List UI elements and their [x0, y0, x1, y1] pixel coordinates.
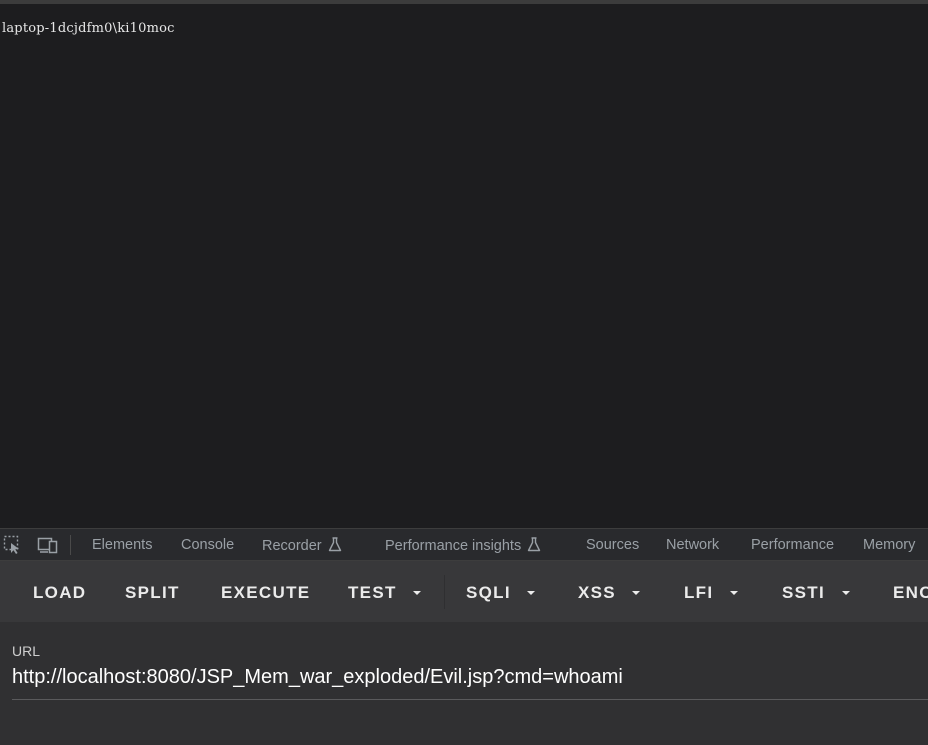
tab-sources[interactable]: Sources	[586, 537, 639, 553]
split-button[interactable]: SPLIT	[125, 583, 180, 603]
device-toolbar-icon[interactable]	[37, 535, 59, 555]
tab-console[interactable]: Console	[181, 537, 234, 553]
tab-memory[interactable]: Memory	[863, 537, 915, 553]
devtools-tab-bar: Elements Console Recorder Performance in…	[0, 528, 928, 561]
hackbar-toolbar: LOAD SPLIT EXECUTE TEST SQLI XSS LFI SST…	[0, 561, 928, 622]
tab-performance[interactable]: Performance	[751, 537, 834, 553]
sqli-menu-button[interactable]: SQLI	[466, 583, 511, 603]
lfi-menu-button[interactable]: LFI	[684, 583, 713, 603]
test-menu-button[interactable]: TEST	[348, 583, 397, 603]
chevron-down-icon[interactable]	[842, 591, 850, 595]
tab-elements[interactable]: Elements	[92, 537, 152, 553]
enc-menu-button[interactable]: ENC	[893, 583, 928, 603]
devtools-separator	[70, 535, 71, 555]
chevron-down-icon[interactable]	[527, 591, 535, 595]
url-label: URL	[12, 643, 41, 659]
url-panel: URL http://localhost:8080/JSP_Mem_war_ex…	[0, 622, 928, 745]
chevron-down-icon[interactable]	[632, 591, 640, 595]
tab-performance-insights[interactable]: Performance insights	[385, 537, 541, 554]
page-viewport: laptop-1dcjdfm0\ki10moc	[0, 4, 928, 528]
toolbar-divider	[444, 575, 445, 609]
url-input[interactable]: http://localhost:8080/JSP_Mem_war_explod…	[12, 665, 623, 689]
inspect-element-icon[interactable]	[3, 535, 23, 555]
flask-icon	[328, 537, 341, 552]
chevron-down-icon[interactable]	[730, 591, 738, 595]
xss-menu-button[interactable]: XSS	[578, 583, 616, 603]
load-button[interactable]: LOAD	[33, 583, 86, 603]
tab-network[interactable]: Network	[666, 537, 719, 553]
url-input-underline	[12, 699, 928, 700]
tab-recorder[interactable]: Recorder	[262, 537, 342, 554]
flask-icon	[528, 537, 541, 552]
command-output-text: laptop-1dcjdfm0\ki10moc	[2, 21, 175, 36]
ssti-menu-button[interactable]: SSTI	[782, 583, 825, 603]
execute-button[interactable]: EXECUTE	[221, 583, 310, 603]
chevron-down-icon[interactable]	[413, 591, 421, 595]
